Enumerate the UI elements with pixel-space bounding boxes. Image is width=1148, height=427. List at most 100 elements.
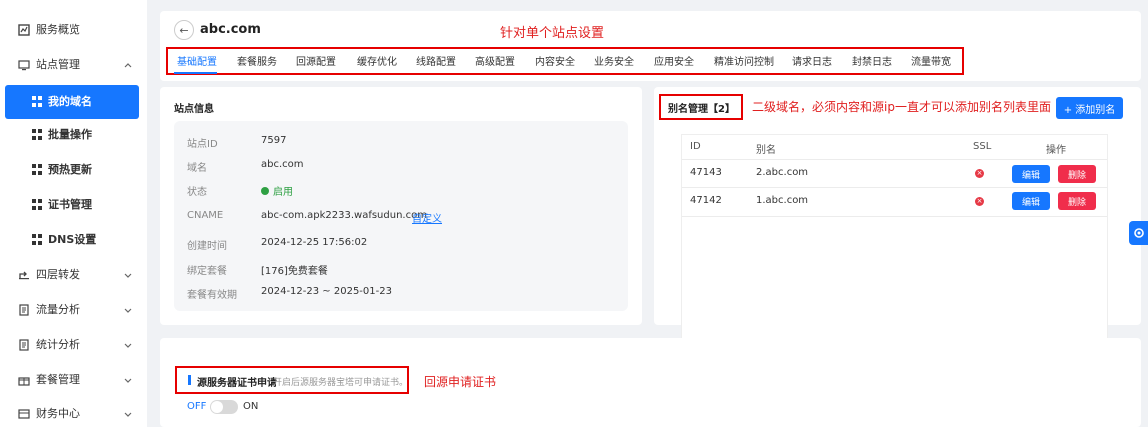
grid-icon [32, 96, 44, 108]
chevron-down-icon [124, 273, 132, 278]
tab-origin-config[interactable]: 回源配置 [296, 53, 336, 68]
edit-button[interactable]: 编辑 [1012, 165, 1050, 183]
sidebar-item-packages[interactable]: 套餐管理 [0, 363, 147, 397]
edit-button[interactable]: 编辑 [1012, 192, 1050, 210]
sidebar-item-label: 证书管理 [48, 198, 92, 211]
column-header-ssl: SSL [973, 141, 992, 152]
forward-icon [19, 271, 29, 280]
bound-package-label: 绑定套餐 [187, 266, 227, 277]
sidebar-item-overview[interactable]: 服务概览 [0, 13, 147, 47]
alias-name: 1.abc.com [756, 195, 809, 206]
alias-title: 别名管理【2】 [668, 104, 735, 115]
grid-icon [32, 129, 44, 141]
alias-name: 2.abc.com [756, 167, 809, 178]
table-divider [682, 216, 1107, 217]
sidebar-item-statistics[interactable]: 统计分析 [0, 328, 147, 362]
sidebar-item-my-domains[interactable]: 我的域名 [5, 85, 139, 119]
chevron-down-icon [124, 343, 132, 348]
status-label: 状态 [187, 187, 207, 198]
back-button[interactable]: ← [174, 20, 194, 40]
grid-icon [32, 164, 44, 176]
sidebar-item-certificates[interactable]: 证书管理 [0, 188, 147, 222]
site-icon [18, 60, 30, 71]
origin-cert-title: 源服务器证书申请 [197, 378, 277, 389]
site-id-label: 站点ID [187, 139, 218, 150]
sidebar-item-finance[interactable]: 财务中心 [0, 397, 147, 427]
cname-label: CNAME [187, 210, 224, 221]
cname-value: abc-com.apk2233.wafsudun.com [261, 210, 427, 221]
tab-cache[interactable]: 缓存优化 [357, 53, 397, 68]
section-marker [188, 375, 191, 385]
domain-label: 域名 [187, 163, 207, 174]
sidebar-item-label: 统计分析 [36, 338, 80, 351]
sidebar-item-batch[interactable]: 批量操作 [0, 118, 147, 152]
package-validity-value: 2024-12-23 ~ 2025-01-23 [261, 286, 392, 297]
site-id-value: 7597 [261, 135, 287, 146]
grid-icon [32, 199, 44, 211]
tab-ban-log[interactable]: 封禁日志 [852, 53, 892, 68]
chevron-down-icon [124, 412, 132, 417]
toggle-off-label: OFF [187, 401, 207, 412]
table-divider [682, 187, 1107, 188]
grid-icon [32, 234, 44, 246]
origin-cert-toggle[interactable] [210, 400, 238, 414]
origin-cert-hint: 开启后源服务器宝塔可申请证书。 [273, 378, 409, 388]
origin-cert-panel: 源服务器证书申请 开启后源服务器宝塔可申请证书。 回源申请证书 OFF ON [160, 338, 1141, 427]
annotation-origin-cert: 回源申请证书 [424, 375, 497, 389]
package-validity-label: 套餐有效期 [187, 290, 237, 301]
column-header-actions: 操作 [1046, 145, 1066, 156]
page-title: abc.com [200, 22, 261, 37]
annotation-alias-note: 二级域名，必须内容和源ip一直才可以添加别名列表里面 [752, 100, 1051, 114]
back-arrow-icon: ← [179, 23, 189, 37]
add-alias-button[interactable]: + 添加别名 [1056, 97, 1123, 119]
sidebar-item-dns[interactable]: DNS设置 [0, 223, 147, 257]
bound-package-value: [176]免费套餐 [261, 266, 328, 277]
sidebar-item-label: 财务中心 [36, 407, 80, 420]
alias-id: 47142 [690, 195, 722, 206]
column-header-alias: 别名 [756, 145, 776, 156]
created-time-label: 创建时间 [187, 241, 227, 252]
tab-route-config[interactable]: 线路配置 [416, 53, 456, 68]
sidebar-item-label: 四层转发 [36, 268, 80, 281]
created-time-value: 2024-12-25 17:56:02 [261, 237, 368, 248]
sidebar-item-label: 我的域名 [48, 95, 92, 108]
tab-request-log[interactable]: 请求日志 [792, 53, 832, 68]
status-text: 启用 [273, 187, 293, 198]
cname-custom-link[interactable]: 自定义 [412, 210, 442, 225]
sidebar-item-label: 预热更新 [48, 163, 92, 176]
table-divider [682, 159, 1107, 160]
annotation-site-settings: 针对单个站点设置 [500, 26, 605, 41]
tab-business-security[interactable]: 业务安全 [594, 53, 634, 68]
domain-value: abc.com [261, 159, 304, 170]
gift-icon [18, 377, 30, 386]
sidebar-item-site-management[interactable]: 站点管理 [0, 48, 147, 82]
sidebar-item-label: 站点管理 [36, 58, 80, 71]
document-icon [19, 304, 29, 316]
delete-button[interactable]: 删除 [1058, 192, 1096, 210]
sidebar-item-l4-forward[interactable]: 四层转发 [0, 258, 147, 292]
gear-icon [1133, 228, 1144, 238]
toggle-on-label: ON [243, 401, 259, 412]
active-tab-indicator [174, 72, 217, 74]
tab-app-security[interactable]: 应用安全 [654, 53, 694, 68]
sidebar-item-label: 批量操作 [48, 128, 92, 141]
tab-package-service[interactable]: 套餐服务 [237, 53, 277, 68]
tab-bandwidth[interactable]: 流量带宽 [911, 53, 951, 68]
document-icon [19, 339, 29, 351]
chevron-down-icon [124, 378, 132, 383]
tab-advanced-config[interactable]: 高级配置 [475, 53, 515, 68]
tab-content-security[interactable]: 内容安全 [535, 53, 575, 68]
wallet-icon [18, 409, 30, 419]
delete-button[interactable]: 删除 [1058, 165, 1096, 183]
tab-basic-config[interactable]: 基础配置 [177, 53, 217, 68]
chart-icon [18, 24, 30, 36]
site-header-panel: ← abc.com 针对单个站点设置 基础配置 套餐服务 回源配置 缓存优化 线… [160, 11, 1141, 81]
chevron-up-icon [124, 63, 132, 68]
site-info-panel: 站点信息 站点ID 7597 域名 abc.com 状态 启用 CNAME ab… [160, 87, 642, 325]
sidebar-item-traffic[interactable]: 流量分析 [0, 293, 147, 327]
sidebar-item-label: 服务概览 [36, 23, 80, 36]
floating-settings-button[interactable] [1129, 221, 1148, 245]
ssl-disabled-icon: × [975, 197, 984, 206]
sidebar-item-prefetch[interactable]: 预热更新 [0, 153, 147, 187]
tab-access-control[interactable]: 精准访问控制 [714, 53, 774, 68]
